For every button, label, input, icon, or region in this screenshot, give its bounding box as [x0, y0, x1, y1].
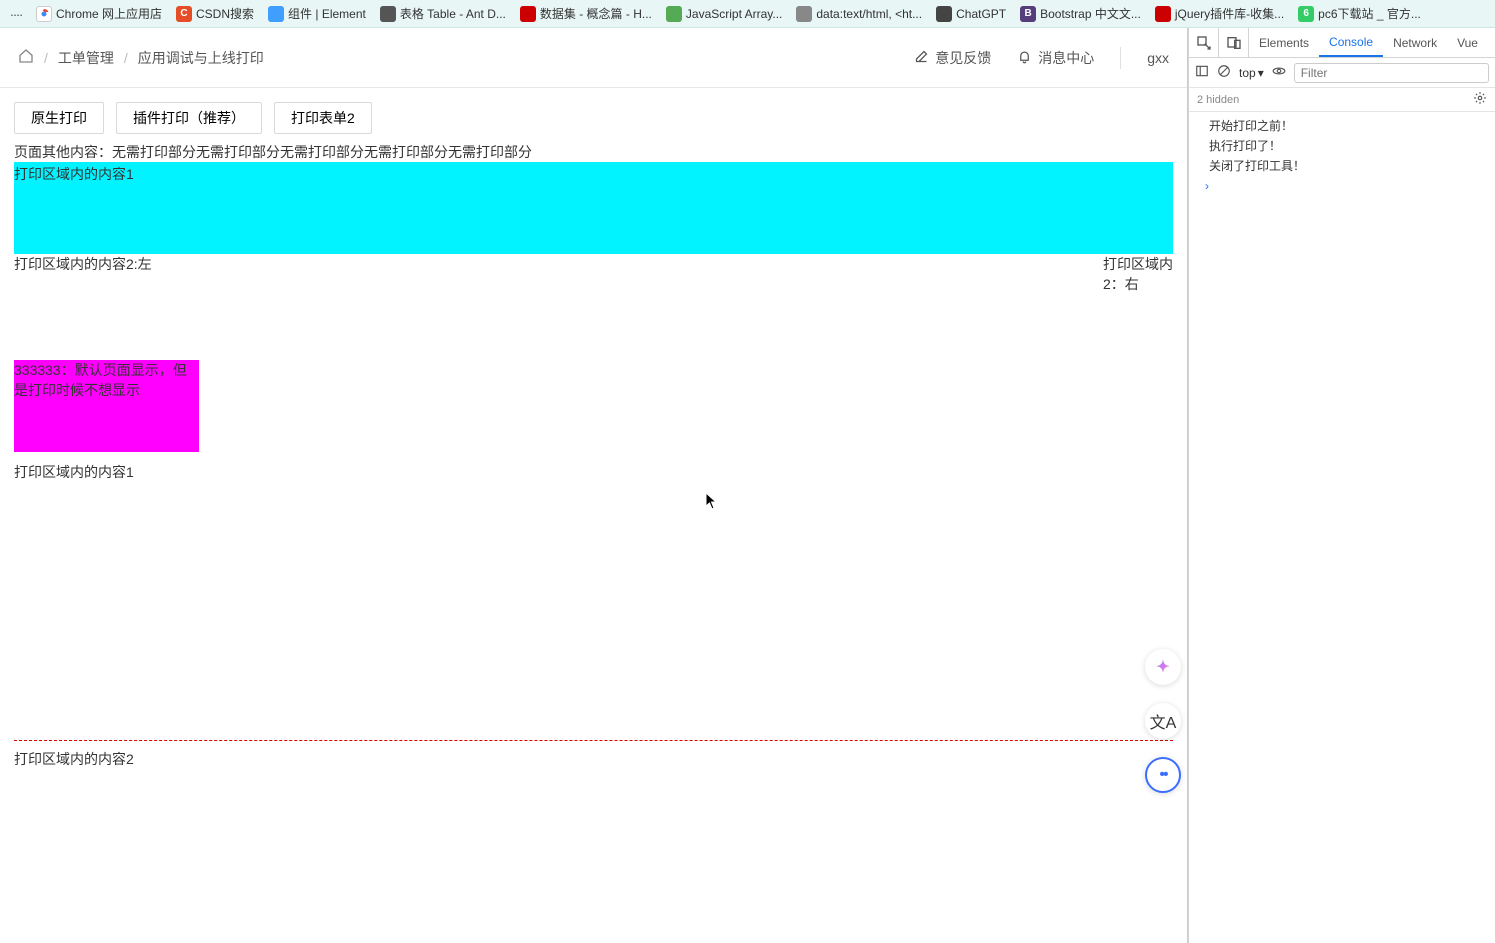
page-break-line: [14, 740, 1173, 741]
edit-icon: [914, 49, 929, 67]
other-content-text: 页面其他内容：无需打印部分无需打印部分无需打印部分无需打印部分无需打印部分: [14, 142, 1173, 162]
console-log-area: 开始打印之前！ 执行打印了！ 关闭了打印工具！ ›: [1189, 112, 1495, 200]
page-body: 原生打印 插件打印（推荐） 打印表单2 页面其他内容：无需打印部分无需打印部分无…: [0, 88, 1187, 943]
console-log-line: 关闭了打印工具！: [1199, 156, 1485, 176]
console-sidebar-toggle-icon[interactable]: [1195, 64, 1209, 81]
bookmark-antd[interactable]: 表格 Table - Ant D...: [380, 5, 506, 22]
print-area-left: 打印区域内的内容2:左: [14, 254, 152, 294]
devtools-tab-elements[interactable]: Elements: [1249, 28, 1319, 57]
bookmark-jquery[interactable]: jQuery插件库-收集...: [1155, 5, 1284, 22]
tab-native-print[interactable]: 原生打印: [14, 102, 104, 134]
console-settings-icon[interactable]: [1473, 91, 1487, 108]
robot-button[interactable]: ••: [1145, 757, 1181, 793]
breadcrumb-sep: /: [44, 50, 48, 66]
breadcrumb-sep: /: [124, 50, 128, 66]
print-area-cyan: 打印区域内的内容1: [14, 162, 1173, 254]
breadcrumb-item-1[interactable]: 工单管理: [58, 48, 114, 68]
app-page: / 工单管理 / 应用调试与上线打印 意见反馈 消息中心 gxx 原: [0, 28, 1188, 943]
print-area-content-2: 打印区域内的内容2: [14, 749, 1173, 769]
devtools-tab-console[interactable]: Console: [1319, 28, 1383, 57]
console-log-line: 开始打印之前！: [1199, 116, 1485, 136]
bookmark-chatgpt[interactable]: ChatGPT: [936, 6, 1006, 22]
page-header: / 工单管理 / 应用调试与上线打印 意见反馈 消息中心 gxx: [0, 28, 1187, 88]
tab-plugin-print[interactable]: 插件打印（推荐）: [116, 102, 262, 134]
bookmark-datatext[interactable]: data:text/html, <ht...: [796, 6, 922, 22]
notice-link[interactable]: 消息中心: [1017, 48, 1094, 68]
bookmark-dataset[interactable]: 数据集 - 概念篇 - H...: [520, 5, 652, 22]
breadcrumb-item-2: 应用调试与上线打印: [138, 48, 264, 68]
bookmark-element[interactable]: 组件 | Element: [268, 5, 366, 22]
console-filter-input[interactable]: [1294, 63, 1489, 83]
inspect-element-icon[interactable]: [1189, 28, 1219, 58]
bookmark-bootstrap[interactable]: BBootstrap 中文文...: [1020, 5, 1141, 22]
home-icon[interactable]: [18, 48, 34, 67]
live-expression-icon[interactable]: [1272, 64, 1286, 81]
magenta-box: 333333：默认页面显示，但是打印时候不想显示: [14, 360, 199, 452]
bell-icon: [1017, 49, 1032, 67]
devtools-tab-network[interactable]: Network: [1383, 28, 1447, 57]
bookmark-overflow-left: ᠁: [8, 3, 22, 24]
console-prompt-icon[interactable]: ›: [1199, 176, 1485, 196]
chevron-down-icon: ▾: [1258, 66, 1264, 80]
bookmark-csdn[interactable]: CCSDN搜索: [176, 5, 254, 22]
translate-button[interactable]: 文A: [1145, 703, 1181, 739]
bookmark-pc6[interactable]: 6pc6下载站 _ 官方...: [1298, 5, 1421, 22]
user-name[interactable]: gxx: [1147, 50, 1169, 66]
print-area-right: 打印区域内2：右: [1103, 254, 1173, 294]
assistant-brain-button[interactable]: ✦: [1145, 649, 1181, 685]
device-toggle-icon[interactable]: [1219, 28, 1249, 58]
hidden-count: 2 hidden: [1197, 94, 1239, 106]
brain-icon: ✦: [1156, 657, 1169, 677]
robot-icon: ••: [1159, 766, 1166, 784]
tab-print-form2[interactable]: 打印表单2: [274, 102, 372, 134]
breadcrumb: / 工单管理 / 应用调试与上线打印: [18, 48, 264, 68]
devtools-tab-vue[interactable]: Vue: [1447, 28, 1488, 57]
bookmarks-bar: ᠁ Chrome 网上应用店 CCSDN搜索 组件 | Element 表格 T…: [0, 0, 1495, 28]
feedback-link[interactable]: 意见反馈: [914, 48, 991, 68]
console-log-line: 执行打印了！: [1199, 136, 1485, 156]
print-area-content-1: 打印区域内的内容1: [14, 462, 1173, 482]
translate-icon: 文A: [1150, 709, 1177, 733]
clear-console-icon[interactable]: [1217, 64, 1231, 81]
bookmark-jsarray[interactable]: JavaScript Array...: [666, 6, 782, 22]
divider: [1120, 47, 1121, 69]
devtools-panel: Elements Console Network Vue top▾ 2 hidd…: [1188, 28, 1495, 943]
bookmark-chrome-store[interactable]: Chrome 网上应用店: [36, 5, 162, 22]
execution-context-dropdown[interactable]: top▾: [1239, 66, 1264, 80]
